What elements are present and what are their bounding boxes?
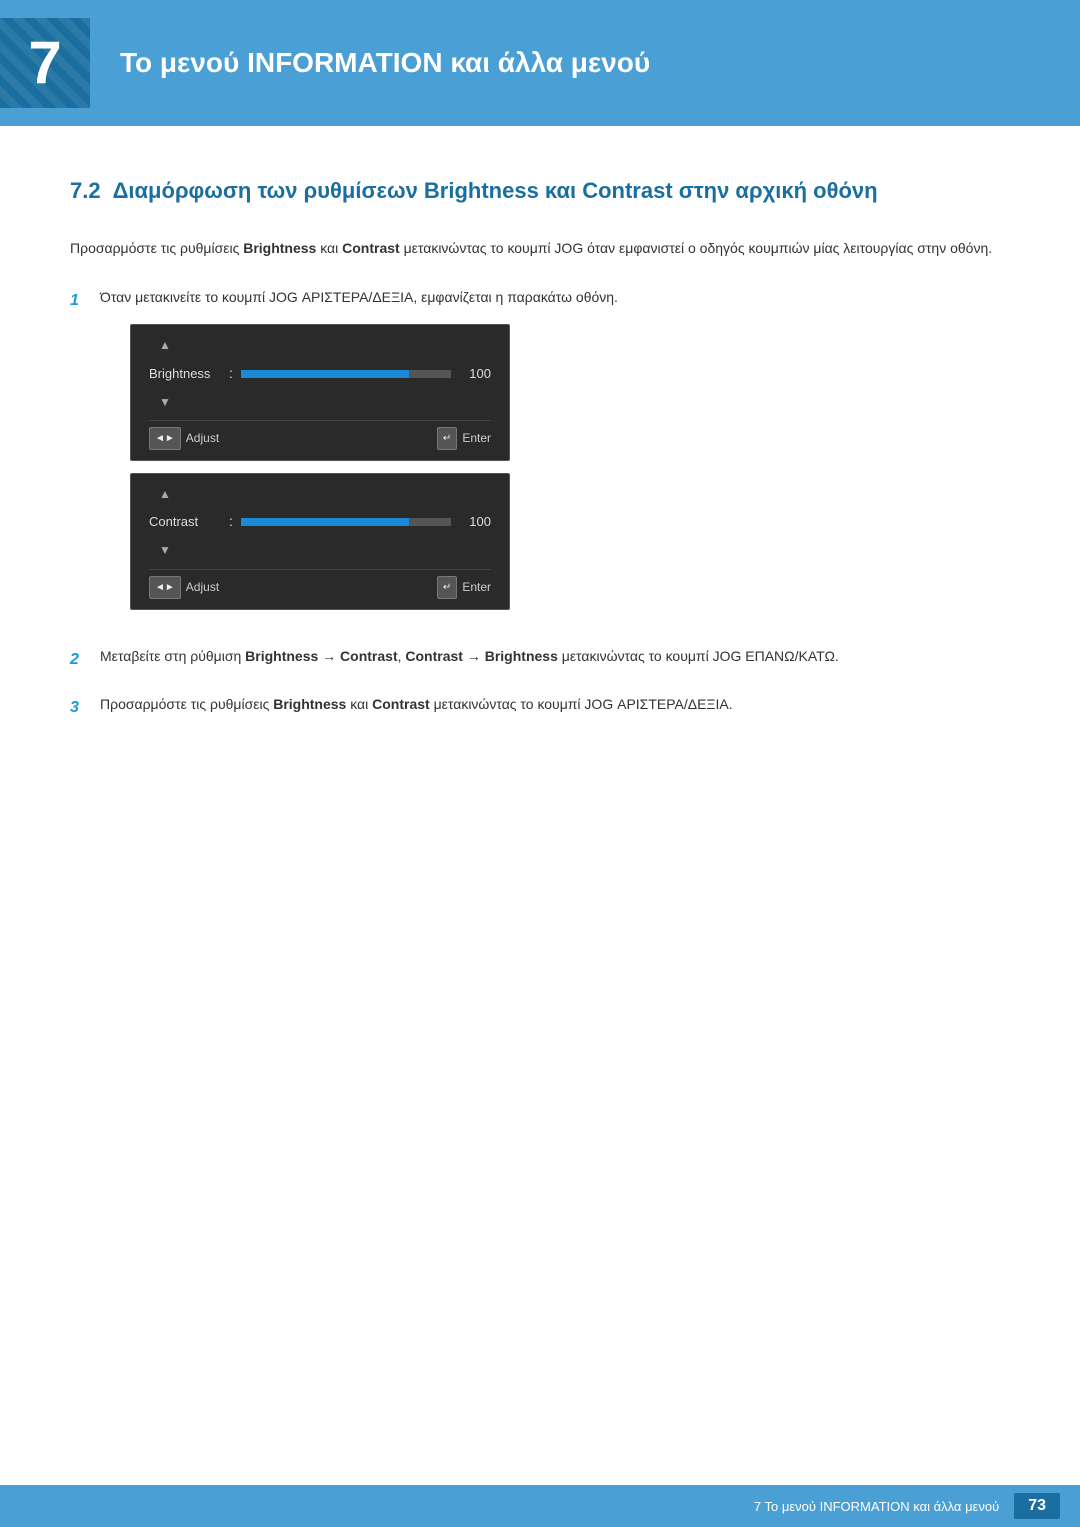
brightness-enter-button: ↵ Enter — [437, 427, 491, 450]
contrast-bar — [241, 518, 451, 526]
contrast-adjust-label: Adjust — [186, 577, 219, 597]
contrast-enter-label: Enter — [462, 577, 491, 597]
header-title: Το μενού INFORMATION και άλλα μενού — [120, 45, 650, 81]
brightness-adjust-button: ◄► Adjust — [149, 427, 219, 450]
contrast-row: Contrast : 100 — [149, 510, 491, 534]
contrast-adjust-button: ◄► Adjust — [149, 576, 219, 599]
step-3: 3 Προσαρμόστε τις ρυθμίσεις Brightness κ… — [70, 693, 1010, 721]
brightness-adjust-label: Adjust — [186, 428, 219, 448]
header-banner: 7 Το μενού INFORMATION και άλλα μενού — [0, 0, 1080, 126]
contrast-footer: ◄► Adjust ↵ Enter — [149, 569, 491, 599]
contrast-colon: : — [229, 510, 233, 534]
step-3-content: Προσαρμόστε τις ρυθμίσεις Brightness και… — [100, 693, 1010, 717]
chapter-number: 7 — [28, 33, 61, 93]
main-content: 7.2 Διαμόρφωση των ρυθμίσεων Brightness κ… — [0, 126, 1080, 821]
contrast-enter-button: ↵ Enter — [437, 576, 491, 599]
steps-list: 1 Όταν μετακινείτε το κουμπί JOG ΑΡΙΣΤΕΡ… — [70, 286, 1010, 721]
step-3-number: 3 — [70, 694, 100, 721]
contrast-bar-fill — [241, 518, 409, 526]
step-1-content: Όταν μετακινείτε το κουμπί JOG ΑΡΙΣΤΕΡΑ/… — [100, 286, 1010, 625]
contrast-adjust-icon: ◄► — [149, 576, 181, 599]
contrast-arrow-down: ▼ — [149, 540, 491, 560]
step-2-text: Μεταβείτε στη ρύθμιση Brightness → Contr… — [100, 648, 839, 664]
contrast-label: Contrast — [149, 511, 229, 533]
contrast-enter-icon: ↵ — [437, 576, 457, 599]
brightness-adjust-icon: ◄► — [149, 427, 181, 450]
step-2: 2 Μεταβείτε στη ρύθμιση Brightness → Con… — [70, 645, 1010, 673]
contrast-value: 100 — [461, 511, 491, 533]
step-2-number: 2 — [70, 646, 100, 673]
section-number: 7.2 — [70, 178, 101, 203]
brightness-colon: : — [229, 362, 233, 386]
step-2-content: Μεταβείτε στη ρύθμιση Brightness → Contr… — [100, 645, 1010, 669]
footer-page-number: 73 — [1014, 1493, 1060, 1519]
brightness-enter-label: Enter — [462, 428, 491, 448]
brightness-label: Brightness — [149, 363, 229, 385]
footer-text: 7 Το μενού INFORMATION και άλλα μενού — [754, 1499, 999, 1514]
section-heading: 7.2 Διαμόρφωση των ρυθμίσεων Brightness κ… — [70, 176, 1010, 207]
step-1-number: 1 — [70, 287, 100, 314]
brightness-osd-panel: ▲ Brightness : 100 ▼ — [130, 324, 510, 461]
brightness-value: 100 — [461, 363, 491, 385]
step-3-text: Προσαρμόστε τις ρυθμίσεις Brightness και… — [100, 696, 733, 712]
brightness-footer: ◄► Adjust ↵ Enter — [149, 420, 491, 450]
osd-screenshots: ▲ Brightness : 100 ▼ — [130, 324, 510, 609]
section-title: Διαμόρφωση των ρυθμίσεων Brightness και … — [113, 178, 878, 203]
step-1: 1 Όταν μετακινείτε το κουμπί JOG ΑΡΙΣΤΕΡ… — [70, 286, 1010, 625]
brightness-bar — [241, 370, 451, 378]
brightness-bar-fill — [241, 370, 409, 378]
step-1-text: Όταν μετακινείτε το κουμπί JOG ΑΡΙΣΤΕΡΑ/… — [100, 289, 618, 305]
brightness-enter-icon: ↵ — [437, 427, 457, 450]
contrast-arrow-up: ▲ — [149, 484, 491, 504]
page-footer: 7 Το μενού INFORMATION και άλλα μενού 73 — [0, 1485, 1080, 1527]
brightness-arrow-up: ▲ — [149, 335, 491, 355]
brightness-arrow-down: ▼ — [149, 392, 491, 412]
intro-paragraph: Προσαρμόστε τις ρυθμίσεις Brightness και… — [70, 237, 1010, 261]
brightness-row: Brightness : 100 — [149, 362, 491, 386]
chapter-number-box: 7 — [0, 18, 90, 108]
contrast-osd-panel: ▲ Contrast : 100 ▼ — [130, 473, 510, 610]
